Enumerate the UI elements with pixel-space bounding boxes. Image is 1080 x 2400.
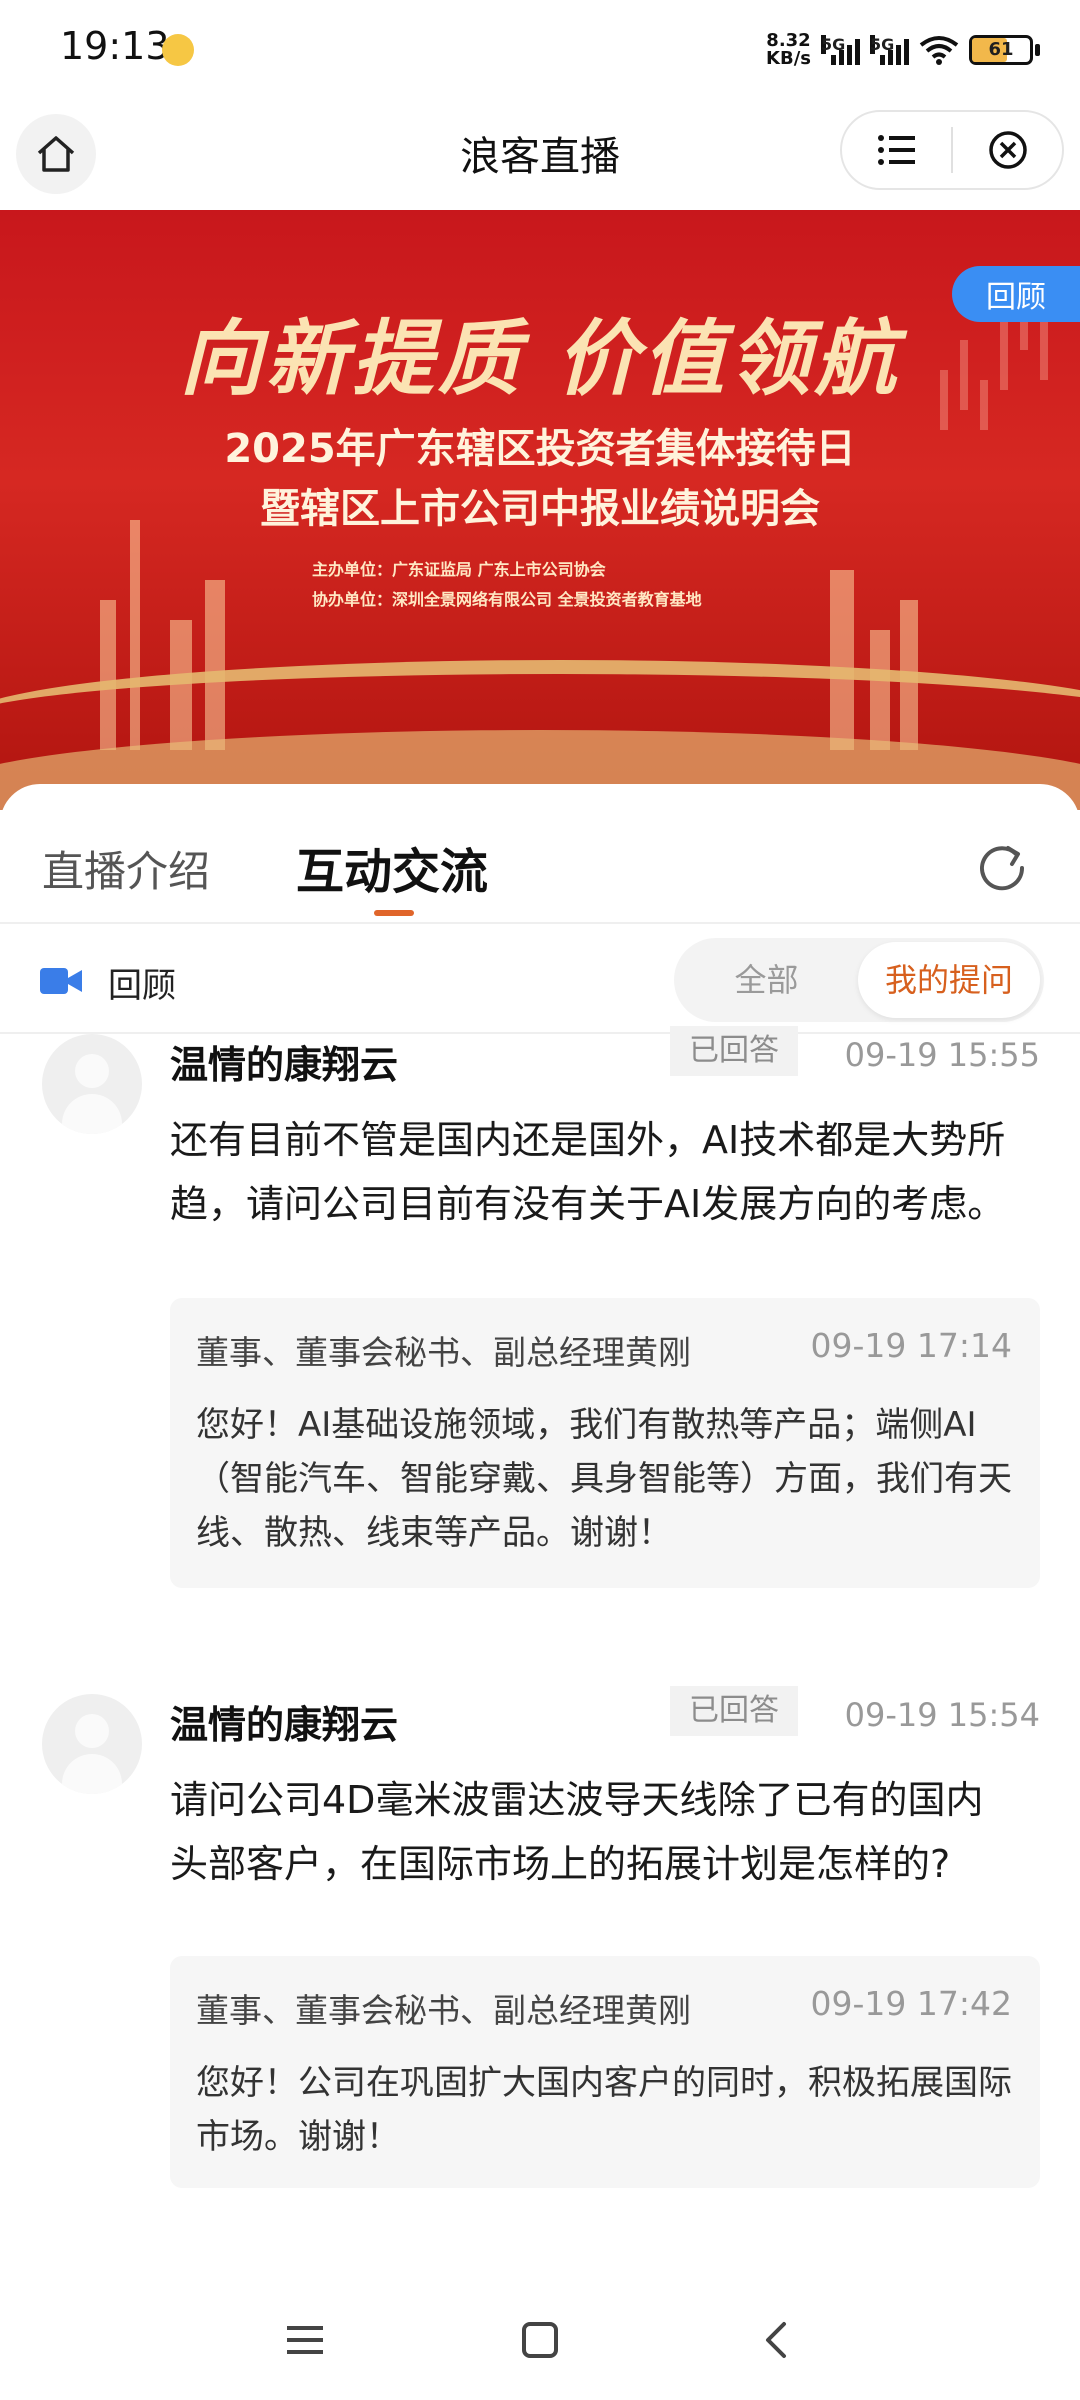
avatar-head [75, 1054, 109, 1088]
banner-slogan: 向新提质 价值领航 [179, 311, 901, 407]
signal-strength-icon: 5G [821, 35, 860, 65]
close-circle-icon [988, 131, 1027, 169]
close-button[interactable] [953, 112, 1062, 188]
menu-icon [287, 2326, 323, 2354]
question-time: 09-19 15:54 [844, 1696, 1040, 1734]
banner-organizer: 主办单位：广东证监局 广东上市公司协会 [312, 560, 606, 579]
square-home-icon [522, 2322, 558, 2358]
status-time: 19:13 [60, 24, 170, 68]
battery-icon: 61 [969, 35, 1033, 65]
tab-interaction[interactable]: 互动交流 [296, 832, 488, 902]
content-sheet: 直播介绍 互动交流 回顾 全部 我的提问 温情的康翔云 已回答 09-19 15… [0, 784, 1080, 2400]
answer-text: 您好！AI基础设施领域，我们有散热等产品；端侧AI（智能汽车、智能穿戴、具身智能… [196, 1405, 1012, 1553]
wifi-icon [919, 36, 959, 65]
app-header: 浪客直播 [0, 100, 1080, 210]
battery-tip [1035, 44, 1040, 56]
tab-live-intro[interactable]: 直播介绍 [42, 838, 210, 899]
nav-menu-button[interactable] [275, 2310, 335, 2370]
status-indicators: 8.32 KB/s 5G 5G 61 [766, 26, 1040, 74]
avatar [42, 1034, 142, 1134]
nav-home-button[interactable] [510, 2310, 570, 2370]
network-speed: 8.32 KB/s [766, 32, 811, 68]
notification-emoji-icon [162, 34, 194, 66]
live-banner[interactable]: 向新提质 价值领航 2025年广东辖区投资者集体接待日 暨辖区上市公司中报业绩说… [0, 210, 1080, 810]
question-text: 请问公司4D毫米波雷达波导天线除了已有的国内头部客户，在国际市场上的拓展计划是怎… [170, 1778, 984, 1886]
question-time: 09-19 15:55 [844, 1036, 1040, 1074]
nav-back-button[interactable] [745, 2310, 805, 2370]
question-text: 还有目前不管是国内还是国外，AI技术都是大势所趋，请问公司目前有没有关于AI发展… [170, 1118, 1006, 1226]
answered-badge: 已回答 [670, 1686, 798, 1736]
network-speed-unit: KB/s [766, 48, 811, 69]
question-user: 温情的康翔云 [170, 1043, 399, 1087]
answer-responder: 董事、董事会秘书、副总经理黄刚 [196, 1333, 691, 1372]
list-menu-icon [877, 135, 915, 165]
answer-time: 09-19 17:14 [810, 1326, 1012, 1365]
answer-time: 09-19 17:42 [810, 1984, 1012, 2023]
active-tab-indicator [374, 910, 414, 916]
replay-badge[interactable]: 回顾 [952, 266, 1080, 322]
banner-title-line1: 2025年广东辖区投资者集体接待日 [224, 426, 856, 472]
answered-badge: 已回答 [670, 1026, 798, 1076]
banner-title-line2: 暨辖区上市公司中报业绩说明会 [260, 486, 820, 532]
signal-label-2: 5G [870, 35, 895, 54]
tab-bar: 直播介绍 互动交流 [0, 784, 1080, 924]
video-camera-icon [40, 968, 82, 994]
answer-card: 董事、董事会秘书、副总经理黄刚 09-19 17:42 您好！公司在巩固扩大国内… [170, 1956, 1040, 2188]
question-user: 温情的康翔云 [170, 1703, 399, 1747]
answer-text: 您好！公司在巩固扩大国内客户的同时，积极拓展国际市场。谢谢！ [196, 2063, 1012, 2157]
avatar [42, 1694, 142, 1794]
banner-co-organizer: 协办单位：深圳全景网络有限公司 全景投资者教育基地 [312, 590, 702, 609]
filter-row: 回顾 全部 我的提问 [0, 926, 1080, 1034]
answer-responder: 董事、董事会秘书、副总经理黄刚 [196, 1991, 691, 2030]
filter-my-questions-button[interactable]: 我的提问 [858, 942, 1040, 1018]
avatar-body [62, 1094, 122, 1134]
more-menu-button[interactable] [842, 112, 951, 188]
mini-program-capsule [840, 110, 1064, 190]
avatar-body [62, 1754, 122, 1794]
signal-strength-icon-2: 5G [870, 35, 909, 65]
question-filter-segment: 全部 我的提问 [674, 938, 1044, 1022]
back-chevron-icon [766, 2322, 786, 2358]
filter-all-button[interactable]: 全部 [674, 938, 859, 1022]
signal-label: 5G [821, 35, 846, 54]
avatar-head [75, 1714, 109, 1748]
status-bar: 19:13 8.32 KB/s 5G 5G 61 [0, 0, 1080, 100]
system-nav-bar [0, 2280, 1080, 2400]
replay-label: 回顾 [108, 966, 176, 1006]
refresh-icon[interactable] [972, 838, 1032, 898]
answer-card: 董事、董事会秘书、副总经理黄刚 09-19 17:14 您好！AI基础设施领域，… [170, 1298, 1040, 1588]
battery-level: 61 [988, 39, 1014, 60]
